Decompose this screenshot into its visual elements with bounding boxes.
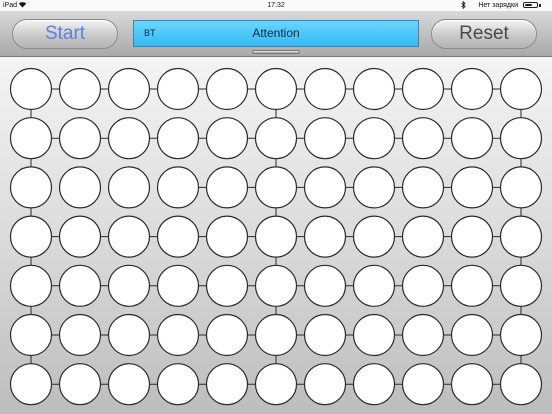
grid-node[interactable] [205, 67, 249, 111]
grid-node[interactable] [107, 313, 151, 357]
grid-node[interactable] [107, 264, 151, 307]
battery-tip [539, 4, 541, 7]
grid-node[interactable] [58, 215, 102, 258]
grid-node[interactable] [58, 264, 102, 307]
status-display: BT Attention [133, 20, 419, 47]
grid-node[interactable] [352, 363, 396, 406]
grid-node[interactable] [450, 215, 494, 258]
grid-node[interactable] [205, 215, 249, 258]
grid-node[interactable] [499, 363, 543, 406]
grid-node[interactable] [401, 215, 445, 258]
grid-node[interactable] [156, 117, 200, 160]
grid-node[interactable] [401, 313, 445, 357]
grid-node[interactable] [205, 363, 249, 406]
status-bar: iPad 17:32 Нет зарядки [0, 0, 552, 11]
grid-node[interactable] [9, 215, 53, 258]
grid-node[interactable] [303, 363, 347, 406]
grid-node[interactable] [450, 67, 494, 111]
grid-node[interactable] [401, 117, 445, 160]
grid-node[interactable] [156, 264, 200, 307]
grid-node[interactable] [450, 363, 494, 406]
grid-node[interactable] [107, 67, 151, 111]
grid-node[interactable] [107, 117, 151, 160]
grid-node[interactable] [303, 117, 347, 160]
node-grid [9, 67, 543, 406]
grid-node[interactable] [401, 363, 445, 406]
grid-node[interactable] [9, 67, 53, 111]
grid-node[interactable] [450, 313, 494, 357]
grid-node[interactable] [254, 67, 298, 111]
grid-node[interactable] [499, 117, 543, 160]
grid-node[interactable] [352, 264, 396, 307]
grid-node[interactable] [303, 313, 347, 357]
grid-node[interactable] [303, 166, 347, 209]
grid-node[interactable] [9, 264, 53, 307]
grid-node[interactable] [254, 166, 298, 209]
grid-node[interactable] [499, 313, 543, 357]
grid-node[interactable] [254, 117, 298, 160]
battery-icon [523, 2, 538, 8]
grid-node[interactable] [58, 363, 102, 406]
grid-node[interactable] [156, 215, 200, 258]
grid-node[interactable] [107, 166, 151, 209]
toolbar: Start BT Attention Reset [0, 11, 552, 57]
grid-node[interactable] [58, 313, 102, 357]
grid-node[interactable] [205, 117, 249, 160]
grid-node[interactable] [254, 363, 298, 406]
grid-node[interactable] [499, 67, 543, 111]
grid-node[interactable] [156, 166, 200, 209]
grid-node[interactable] [156, 313, 200, 357]
grid-node[interactable] [9, 363, 53, 406]
grid-node[interactable] [401, 264, 445, 307]
grid-node[interactable] [156, 363, 200, 406]
grid-node[interactable] [205, 166, 249, 209]
grid-node[interactable] [254, 215, 298, 258]
grid-node[interactable] [205, 264, 249, 307]
grid-node[interactable] [9, 117, 53, 160]
start-button[interactable]: Start [12, 19, 118, 49]
status-message: Attention [252, 26, 300, 40]
grid-node[interactable] [450, 117, 494, 160]
grid-node[interactable] [107, 215, 151, 258]
grid-node[interactable] [352, 166, 396, 209]
grid-node[interactable] [58, 166, 102, 209]
drawer-handle[interactable] [252, 50, 300, 54]
grid-node[interactable] [254, 313, 298, 357]
grid-node[interactable] [450, 166, 494, 209]
grid-node[interactable] [450, 264, 494, 307]
grid-node[interactable] [107, 363, 151, 406]
battery-fill [525, 4, 532, 6]
grid-node[interactable] [303, 215, 347, 258]
reset-button[interactable]: Reset [431, 19, 537, 49]
grid-node[interactable] [499, 264, 543, 307]
charging-status: Нет зарядки [478, 2, 518, 9]
status-time: 17:32 [267, 2, 285, 9]
grid-node[interactable] [9, 166, 53, 209]
grid-node[interactable] [401, 67, 445, 111]
grid-node[interactable] [58, 117, 102, 160]
grid-node[interactable] [499, 215, 543, 258]
grid-node[interactable] [352, 117, 396, 160]
grid-node[interactable] [499, 166, 543, 209]
grid-node[interactable] [352, 215, 396, 258]
grid-node[interactable] [401, 166, 445, 209]
grid-node[interactable] [352, 313, 396, 357]
grid-node[interactable] [156, 67, 200, 111]
grid-node[interactable] [303, 67, 347, 111]
grid-node[interactable] [352, 67, 396, 111]
grid-node[interactable] [9, 313, 53, 357]
grid-node[interactable] [58, 67, 102, 111]
grid-node[interactable] [254, 264, 298, 307]
node-grid-board [0, 57, 552, 414]
grid-node[interactable] [303, 264, 347, 307]
grid-node[interactable] [205, 313, 249, 357]
